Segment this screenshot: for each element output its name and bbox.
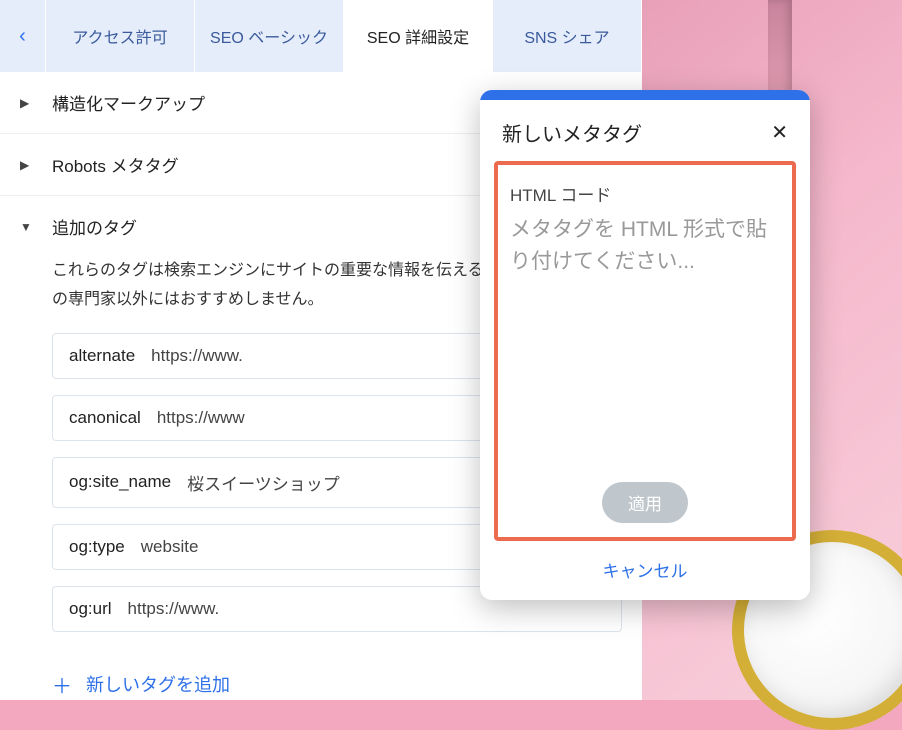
tag-key: og:site_name — [69, 472, 171, 492]
tab-seo-basic[interactable]: SEO ベーシック — [195, 0, 344, 72]
caret-right-icon: ▶ — [20, 158, 34, 172]
tab-sns-share[interactable]: SNS シェア — [493, 0, 642, 72]
tag-key: alternate — [69, 346, 135, 366]
section-title: 構造化マークアップ — [52, 90, 205, 115]
chevron-left-icon: ‹ — [19, 25, 26, 48]
new-meta-tag-dialog: 新しいメタタグ ✕ HTML コード メタタグを HTML 形式で貼り付けてくだ… — [480, 90, 810, 600]
cancel-button[interactable]: キャンセル — [480, 551, 810, 600]
caret-right-icon: ▶ — [20, 96, 34, 110]
caret-down-icon: ▼ — [20, 220, 34, 234]
close-icon[interactable]: ✕ — [771, 120, 788, 145]
tag-key: og:type — [69, 537, 125, 557]
dialog-body-highlight: HTML コード メタタグを HTML 形式で貼り付けてください... 適用 — [494, 161, 796, 541]
tag-value: https://www. — [151, 346, 243, 366]
add-tag-label: 新しいタグを追加 — [86, 671, 230, 697]
add-new-tag-button[interactable]: ＋ 新しいタグを追加 — [0, 658, 642, 699]
tab-seo-advanced[interactable]: SEO 詳細設定 — [344, 0, 493, 72]
tag-value: website — [141, 537, 199, 557]
section-title: Robots メタタグ — [52, 152, 179, 177]
tab-bar: ‹ アクセス許可 SEO ベーシック SEO 詳細設定 SNS シェア — [0, 0, 642, 72]
plus-icon: ＋ — [52, 670, 72, 699]
tag-value: 桜スイーツショップ — [187, 470, 340, 495]
tag-key: og:url — [69, 599, 112, 619]
back-button[interactable]: ‹ — [0, 0, 46, 72]
tab-access[interactable]: アクセス許可 — [46, 0, 195, 72]
section-title: 追加のタグ — [52, 214, 137, 239]
html-code-label: HTML コード — [510, 181, 780, 206]
tag-value: https://www — [157, 408, 245, 428]
html-code-input[interactable]: メタタグを HTML 形式で貼り付けてください... — [510, 214, 780, 472]
tag-key: canonical — [69, 408, 141, 428]
apply-button[interactable]: 適用 — [602, 482, 688, 523]
dialog-title: 新しいメタタグ — [502, 118, 642, 147]
tag-value: https://www. — [128, 599, 220, 619]
